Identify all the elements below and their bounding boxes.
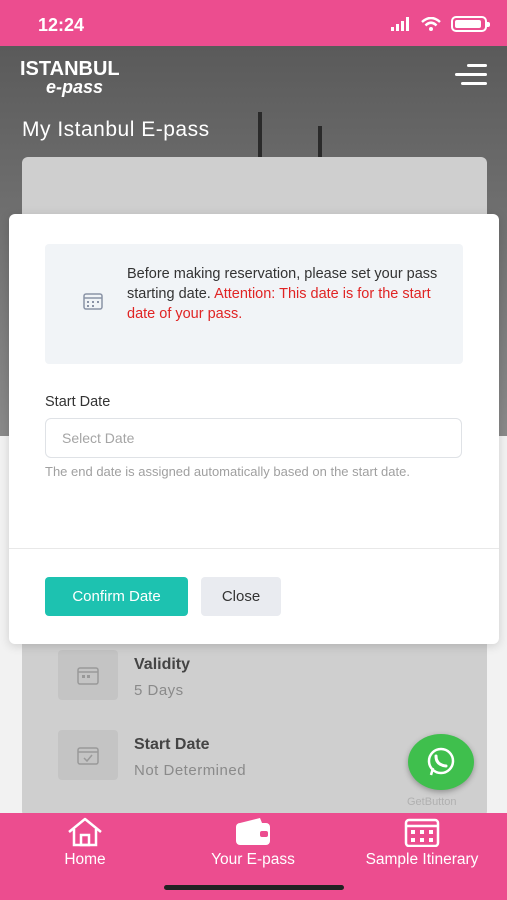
validity-title: Validity: [134, 656, 191, 673]
tab-home-label: Home: [64, 851, 106, 868]
pass-info-start-date: Start Date Not Determined: [58, 730, 246, 780]
calendar-icon: [404, 818, 440, 847]
battery-icon: [451, 16, 490, 32]
start-date-title: Start Date: [134, 736, 210, 753]
tab-sample-itinerary-label: Sample Itinerary: [365, 851, 479, 868]
calendar-icon: [58, 650, 118, 700]
home-indicator[interactable]: [164, 885, 344, 890]
status-bar: 12:24: [0, 0, 507, 46]
start-date-value: Not Determined: [134, 762, 247, 779]
tab-your-epass[interactable]: Your E-pass: [196, 813, 310, 883]
status-time: 12:24: [38, 15, 85, 35]
wallet-icon: [236, 818, 270, 845]
page-title: My Istanbul E-pass: [22, 118, 210, 141]
wifi-icon: [421, 17, 441, 31]
hamburger-menu-icon[interactable]: [455, 64, 487, 86]
status-icons: [391, 16, 490, 32]
tab-home[interactable]: Home: [40, 813, 130, 883]
getbutton-caption: GetButton: [407, 796, 457, 808]
alert-message: Before making reservation, please set yo…: [127, 264, 447, 324]
calendar-check-icon: [58, 730, 118, 780]
calendar-icon: [83, 293, 103, 310]
start-date-modal: Before making reservation, please set yo…: [9, 214, 499, 644]
confirm-date-button[interactable]: Confirm Date: [45, 577, 188, 616]
close-button[interactable]: Close: [201, 577, 281, 616]
whatsapp-icon: [427, 747, 455, 776]
whatsapp-button[interactable]: [408, 734, 474, 790]
start-date-input[interactable]: [45, 418, 462, 458]
home-icon: [68, 817, 102, 847]
start-date-label: Start Date: [45, 394, 111, 410]
tab-your-epass-label: Your E-pass: [211, 851, 295, 868]
info-alert: Before making reservation, please set yo…: [45, 244, 463, 364]
app-logo[interactable]: ISTANBUL e-pass: [20, 58, 120, 98]
signal-icon: [391, 17, 409, 31]
modal-divider: [9, 548, 499, 549]
pass-info-validity: Validity 5 Days: [58, 650, 190, 700]
tab-sample-itinerary[interactable]: Sample Itinerary: [348, 813, 496, 883]
validity-value: 5 Days: [134, 682, 184, 699]
end-date-help-text: The end date is assigned automatically b…: [45, 464, 410, 479]
